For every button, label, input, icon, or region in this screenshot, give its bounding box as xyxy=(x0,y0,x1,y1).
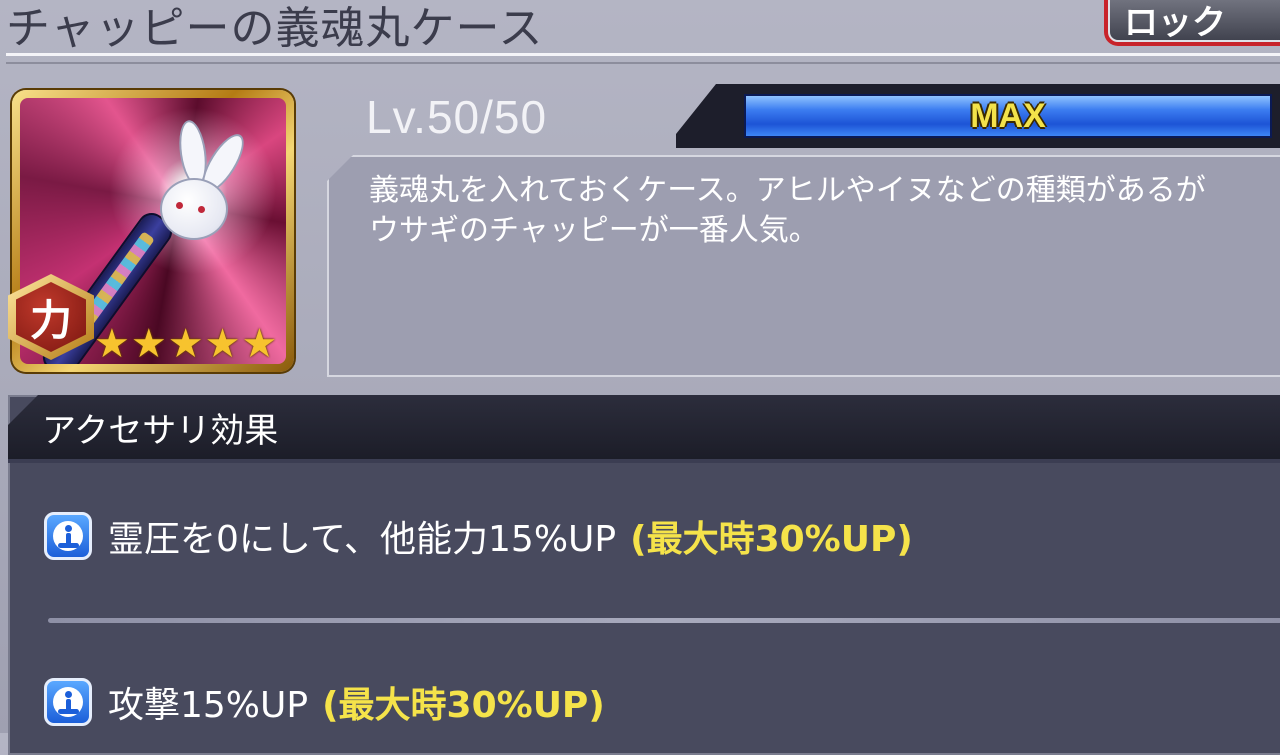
effect-text: 霊圧を0にして、他能力15%UP xyxy=(108,519,617,560)
header-divider-shadow xyxy=(6,62,1280,64)
description-text: 義魂丸を入れておくケース。アヒルやイヌなどの種類があるがウサギのチャッピーが一番… xyxy=(369,173,1206,248)
bunny-head-icon xyxy=(160,178,228,240)
accessory-icon-frame[interactable]: 力 ★ ★ ★ ★ ★ xyxy=(8,90,294,372)
lock-button-label: ロック xyxy=(1108,0,1280,42)
attribute-label: 力 xyxy=(16,282,86,352)
effect-row: 霊圧を0にして、他能力15%UP (最大時30%UP) xyxy=(44,510,913,562)
star-icon: ★ xyxy=(94,321,130,367)
star-icon: ★ xyxy=(130,321,167,367)
exp-bar: MAX xyxy=(744,94,1272,138)
page-title: チャッピーの義魂丸ケース xyxy=(6,3,544,54)
spirit-skill-icon xyxy=(44,512,92,560)
star-icon: ★ xyxy=(167,321,204,367)
star-icon: ★ xyxy=(241,321,278,367)
lock-button[interactable]: ロック xyxy=(1104,0,1280,46)
effect-max-text: (最大時30%UP) xyxy=(322,685,605,726)
spirit-skill-icon xyxy=(44,678,92,726)
effect-divider xyxy=(48,618,1280,623)
effect-row: 攻撃15%UP (最大時30%UP) xyxy=(44,676,605,728)
accessory-effect-title: アクセサリ効果 xyxy=(42,411,279,451)
header-divider xyxy=(6,53,1280,56)
exp-max-label: MAX xyxy=(970,96,1046,135)
description-box: 義魂丸を入れておくケース。アヒルやイヌなどの種類があるがウサギのチャッピーが一番… xyxy=(327,155,1280,377)
effect-text: 攻撃15%UP xyxy=(108,685,309,726)
effect-max-text: (最大時30%UP) xyxy=(630,519,913,560)
level-text: Lv.50/50 xyxy=(366,91,548,143)
star-icon: ★ xyxy=(204,321,241,367)
rarity-stars: ★ ★ ★ ★ ★ xyxy=(94,324,277,364)
